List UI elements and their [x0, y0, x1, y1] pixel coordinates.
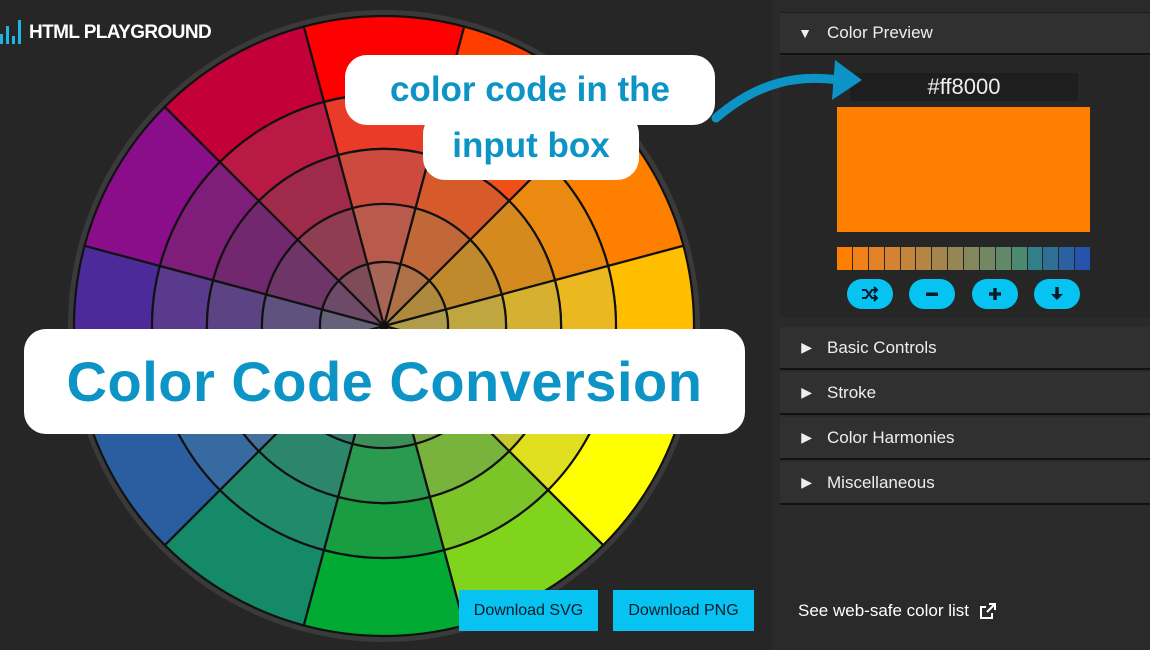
shade-chip[interactable]: [948, 247, 964, 270]
triangle-down-icon: ▼: [798, 25, 812, 41]
shade-chip[interactable]: [884, 247, 901, 270]
shade-chip[interactable]: [979, 247, 996, 270]
shade-chip[interactable]: [868, 247, 885, 270]
shade-chip[interactable]: [1043, 247, 1060, 270]
logo-text: HTML PLAYGROUND: [29, 22, 212, 43]
section-label: Stroke: [827, 382, 877, 402]
shade-chip[interactable]: [1059, 247, 1076, 270]
triangle-right-icon: ▶: [801, 339, 812, 355]
plus-icon: [989, 288, 1001, 300]
wheel-segment[interactable]: [336, 442, 432, 505]
section-miscellaneous[interactable]: ▶ Miscellaneous: [780, 462, 1150, 505]
shade-chip[interactable]: [932, 247, 949, 270]
arrow-down-icon: [1051, 287, 1063, 300]
shade-chip[interactable]: [900, 247, 917, 270]
section-stroke[interactable]: ▶ Stroke: [780, 372, 1150, 415]
shade-chip[interactable]: [995, 247, 1012, 270]
wheel-segment[interactable]: [336, 147, 432, 210]
lighter-button[interactable]: [972, 279, 1018, 309]
triangle-right-icon: ▶: [801, 429, 812, 445]
download-png-button[interactable]: Download PNG: [613, 590, 754, 631]
shade-chip[interactable]: [1011, 247, 1028, 270]
triangle-right-icon: ▶: [801, 384, 812, 400]
shade-chip[interactable]: [852, 247, 869, 270]
canvas-area: HTML PLAYGROUND Color Code Conversion co…: [0, 0, 772, 650]
section-basic-controls[interactable]: ▶ Basic Controls: [780, 327, 1150, 370]
control-panel: ▼ Color Preview ▶: [772, 0, 1150, 650]
shade-chip[interactable]: [964, 247, 980, 270]
wheel-segment[interactable]: [302, 548, 466, 638]
section-label: Basic Controls: [827, 337, 937, 357]
color-preview-body: [780, 56, 1150, 318]
hex-color-input[interactable]: [850, 73, 1078, 101]
web-safe-link-label: See web-safe color list: [798, 601, 970, 620]
wheel-segment[interactable]: [322, 495, 446, 560]
shade-chip[interactable]: [837, 247, 853, 270]
shade-chip[interactable]: [1027, 247, 1044, 270]
darker-button[interactable]: [909, 279, 955, 309]
callout-line-2: input box: [423, 112, 639, 180]
web-safe-color-link[interactable]: See web-safe color list: [798, 601, 997, 621]
download-color-button[interactable]: [1034, 279, 1080, 309]
section-color-harmonies[interactable]: ▶ Color Harmonies: [780, 417, 1150, 460]
section-label: Miscellaneous: [827, 472, 935, 492]
shuffle-icon: [862, 286, 879, 302]
section-color-preview[interactable]: ▼ Color Preview: [780, 12, 1150, 55]
logo-bars-icon: [0, 18, 21, 44]
shuffle-button[interactable]: [847, 279, 893, 309]
external-link-icon: [980, 602, 997, 619]
download-svg-button[interactable]: Download SVG: [459, 590, 598, 631]
title-callout: Color Code Conversion: [24, 329, 745, 434]
shade-chip[interactable]: [1075, 247, 1090, 270]
minus-icon: [926, 292, 938, 296]
shade-strip: [837, 247, 1090, 270]
shade-chip[interactable]: [916, 247, 933, 270]
section-label: Color Preview: [827, 23, 933, 42]
logo[interactable]: HTML PLAYGROUND: [0, 18, 212, 44]
color-swatch: [837, 107, 1090, 232]
section-label: Color Harmonies: [827, 427, 955, 447]
triangle-right-icon: ▶: [801, 474, 812, 490]
